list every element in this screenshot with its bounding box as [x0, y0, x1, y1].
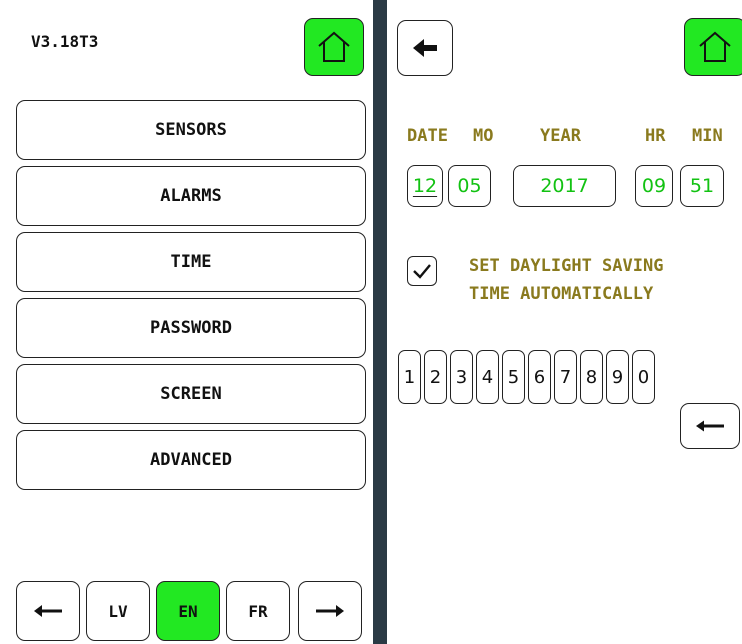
dst-checkbox[interactable] [407, 256, 437, 286]
home-icon [318, 31, 350, 62]
arrow-left-icon [34, 605, 62, 617]
keypad-key-9[interactable]: 9 [606, 350, 629, 404]
keypad-key-5[interactable]: 5 [502, 350, 525, 404]
minute-field[interactable]: 51 [680, 165, 724, 207]
hour-label: HR [645, 126, 666, 146]
keypad-key-1[interactable]: 1 [398, 350, 421, 404]
keypad-key-2[interactable]: 2 [424, 350, 447, 404]
menu-password-button[interactable]: PASSWORD [16, 298, 366, 358]
back-button[interactable] [397, 20, 453, 76]
home-button[interactable] [684, 18, 742, 76]
menu-advanced-button[interactable]: ADVANCED [16, 430, 366, 490]
year-label: YEAR [540, 126, 581, 146]
minute-value: 51 [689, 175, 715, 197]
hour-field[interactable]: 09 [635, 165, 673, 207]
menu-screen-button[interactable]: SCREEN [16, 364, 366, 424]
menu-alarms-button[interactable]: ALARMS [16, 166, 366, 226]
date-label: DATE [407, 126, 448, 146]
language-fr-button[interactable]: FR [226, 581, 290, 641]
backspace-button[interactable] [680, 403, 740, 449]
backspace-arrow-icon [696, 420, 724, 432]
keypad-key-6[interactable]: 6 [528, 350, 551, 404]
dst-label-line2: TIME AUTOMATICALLY [469, 284, 654, 304]
date-value: 12 [412, 175, 438, 197]
minute-label: MIN [692, 126, 723, 146]
month-value: 05 [457, 175, 482, 197]
date-field[interactable]: 12 [407, 165, 443, 207]
year-value: 2017 [540, 175, 589, 197]
keypad-key-8[interactable]: 8 [580, 350, 603, 404]
month-label: MO [473, 126, 494, 146]
arrow-right-icon [316, 605, 344, 617]
checkmark-icon [413, 264, 431, 279]
language-prev-button[interactable] [16, 581, 80, 641]
version-label: V3.18T3 [31, 32, 99, 51]
arrow-left-icon [413, 39, 437, 57]
language-en-button[interactable]: EN [156, 581, 220, 641]
keypad-key-4[interactable]: 4 [476, 350, 499, 404]
keypad-key-7[interactable]: 7 [554, 350, 577, 404]
menu-sensors-button[interactable]: SENSORS [16, 100, 366, 160]
language-next-button[interactable] [298, 581, 362, 641]
time-settings-panel: DATE MO YEAR HR MIN 12 05 2017 09 51 SET… [387, 0, 742, 644]
home-icon [699, 31, 731, 62]
keypad-key-3[interactable]: 3 [450, 350, 473, 404]
year-field[interactable]: 2017 [513, 165, 616, 207]
keypad-key-0[interactable]: 0 [632, 350, 655, 404]
hour-value: 09 [641, 175, 667, 197]
home-button[interactable] [304, 18, 364, 76]
month-field[interactable]: 05 [448, 165, 491, 207]
menu-time-button[interactable]: TIME [16, 232, 366, 292]
settings-menu-panel: V3.18T3 SENSORS ALARMS TIME PASSWORD SCR… [0, 0, 373, 644]
language-lv-button[interactable]: LV [86, 581, 150, 641]
dst-label-line1: SET DAYLIGHT SAVING [469, 256, 664, 276]
